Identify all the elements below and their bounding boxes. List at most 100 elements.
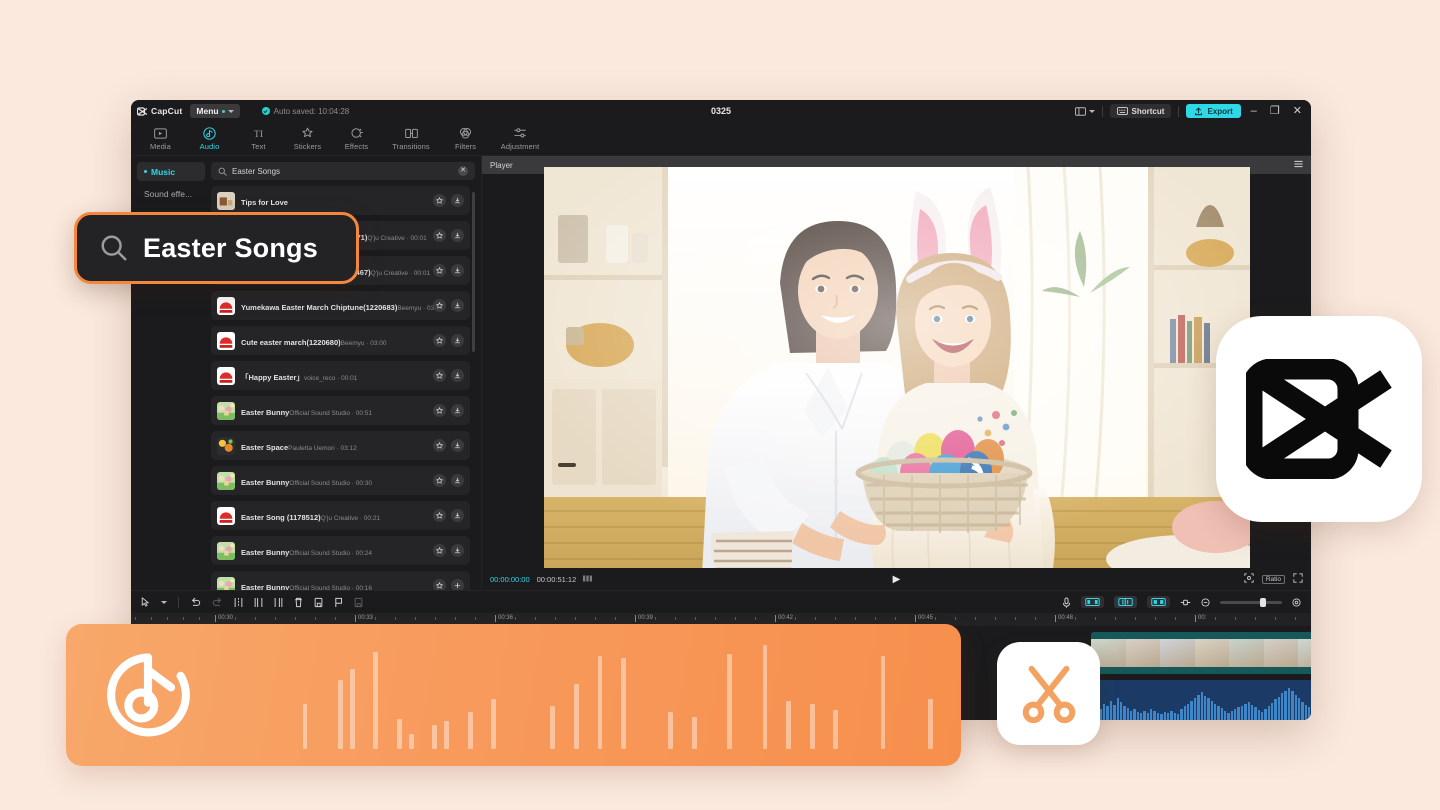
zoom-in-icon[interactable] [1292,597,1301,607]
audio-clip[interactable] [1091,680,1311,720]
download-button[interactable] [451,299,464,312]
tab-media[interactable]: Media [137,124,184,154]
mirror-button[interactable] [1081,596,1104,608]
minimize-button[interactable]: – [1248,105,1260,117]
tab-filters[interactable]: Filters [442,124,489,154]
track-row[interactable]: Easter BunnyOfficial Sound Studio · 00:3… [211,466,470,495]
ruler-label: 00:48 [1058,615,1074,621]
favorite-button[interactable] [433,404,446,417]
favorite-button[interactable] [433,544,446,557]
favorite-button[interactable] [433,334,446,347]
ruler-tick [435,617,436,620]
track-thumbnail [217,436,235,455]
favorite-button[interactable] [433,299,446,312]
favorite-button[interactable] [433,264,446,277]
menu-button[interactable]: Menu [190,104,240,118]
track-row[interactable]: Tips for Love [211,186,470,215]
scrollbar-thumb[interactable] [472,192,475,352]
player-title: Player [490,160,513,170]
track-row[interactable]: Easter BunnyOfficial Sound Studio · 00:1… [211,571,470,590]
ruler-tick [1095,617,1096,620]
favorite-button[interactable] [433,474,446,487]
favorite-button[interactable] [433,229,446,242]
favorite-button[interactable] [433,509,446,522]
track-meta: Cute easter march(1220680)Beemyu · 03:00 [241,332,427,350]
tab-audio[interactable]: Audio [186,124,233,154]
close-button[interactable]: ✕ [1290,105,1305,117]
track-row[interactable]: Cute easter march(1220680)Beemyu · 03:00 [211,326,470,355]
download-button[interactable] [451,369,464,382]
equalizer-bar [467,712,473,749]
download-button[interactable] [451,404,464,417]
zoom-out-icon[interactable] [1201,597,1210,607]
track-row[interactable]: Easter SpacePauletta Uemori · 03:12 [211,431,470,460]
chevron-down-icon[interactable] [161,600,167,604]
download-button[interactable] [451,474,464,487]
tab-text[interactable]: TI Text [235,124,282,154]
shortcut-button[interactable]: Shortcut [1109,104,1172,118]
export-button[interactable]: Export [1186,104,1241,118]
add-button[interactable] [451,579,464,590]
ruler-tick [1275,617,1276,620]
track-row[interactable]: Easter BunnyOfficial Sound Studio · 00:2… [211,536,470,565]
tab-effects[interactable]: Effects [333,124,380,154]
speed-button[interactable] [1147,596,1170,608]
microphone-icon[interactable] [1062,597,1071,608]
equalizer-bar [408,733,414,749]
tab-transitions[interactable]: Transitions [382,124,440,154]
search-bar[interactable]: Easter Songs ✕ [211,162,475,180]
download-button[interactable] [451,229,464,242]
ruler-tick-major [1055,615,1056,622]
keyframe-icon[interactable] [1180,598,1191,607]
ratio-button[interactable]: Ratio [1261,574,1285,584]
download-button[interactable] [451,509,464,522]
video-clip[interactable] [1091,632,1311,674]
play-button[interactable]: ▶ [482,574,1311,585]
crop-icon[interactable] [1244,570,1254,588]
favorite-button[interactable] [433,194,446,207]
split-icon[interactable] [234,597,243,608]
download-button[interactable] [451,544,464,557]
crop-clip-icon[interactable] [354,597,363,608]
search-input[interactable]: Easter Songs [232,167,453,176]
download-button[interactable] [451,334,464,347]
track-row[interactable]: Yumekawa Easter March Chiptune(1220683)B… [211,291,470,320]
video-preview[interactable] [543,167,1250,575]
flag-icon[interactable] [334,597,343,608]
player-right-controls: Ratio [1244,570,1303,588]
download-button[interactable] [451,194,464,207]
trash-icon[interactable] [294,597,303,608]
track-row[interactable]: Easter BunnyOfficial Sound Studio · 00:5… [211,396,470,425]
tab-adjustment[interactable]: Adjustment [491,124,549,154]
audio-banner-overlay [66,624,961,766]
maximize-button[interactable]: ❐ [1267,105,1283,117]
track-actions [433,544,464,557]
svg-text:TI: TI [254,129,263,139]
trim-left-icon[interactable] [254,597,263,608]
track-row[interactable]: 「Happy Easter」voice_reco · 00:01 [211,361,470,390]
track-row[interactable]: Easter Song (1178512)Q'ju Creative · 00:… [211,501,470,530]
category-item-0[interactable]: Music [137,162,205,181]
freeze-icon[interactable] [314,597,323,608]
favorite-button[interactable] [433,439,446,452]
fullscreen-icon[interactable] [1293,570,1303,588]
redo-icon[interactable] [212,597,223,607]
layout-button[interactable] [1074,106,1095,116]
download-button[interactable] [451,264,464,277]
tab-stickers[interactable]: Stickers [284,124,331,154]
hamburger-icon[interactable] [1294,160,1303,170]
trim-right-icon[interactable] [274,597,283,608]
search-clear-button[interactable]: ✕ [458,166,468,176]
favorite-button[interactable] [433,579,446,590]
autocut-button[interactable] [1114,596,1137,608]
ruler-tick [835,617,836,620]
undo-icon[interactable] [190,597,201,607]
player-panel: Player 00:00:00:00 00:00:51:12 ▶ Ratio [481,156,1311,590]
ruler-tick-major [775,615,776,622]
favorite-button[interactable] [433,369,446,382]
zoom-slider[interactable] [1220,597,1282,607]
cursor-icon[interactable] [141,597,150,607]
category-item-1[interactable]: Sound effe... [137,184,205,203]
download-button[interactable] [451,439,464,452]
zoom-slider-handle[interactable] [1260,597,1266,607]
